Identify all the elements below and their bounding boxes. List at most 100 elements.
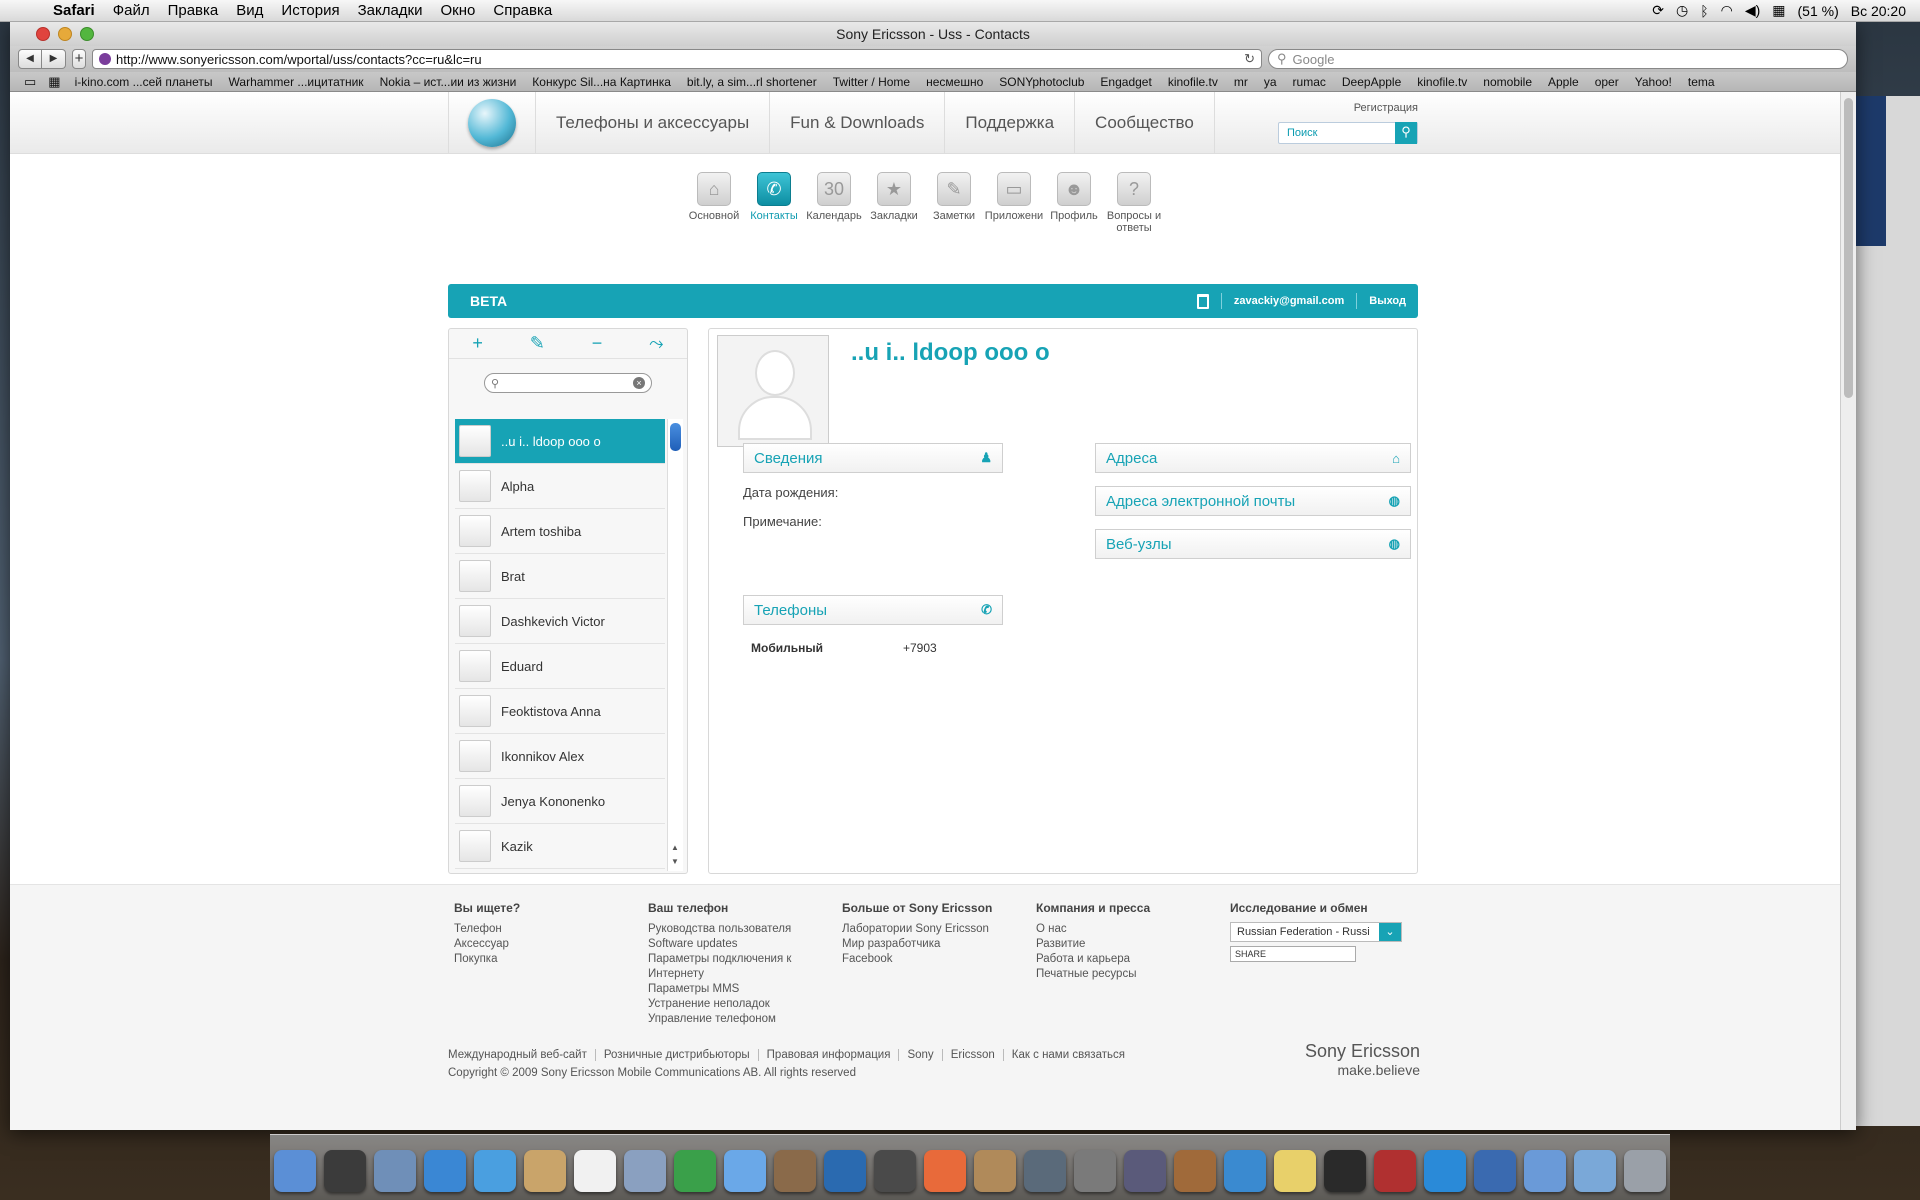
footer-link[interactable]: Мир разработчика xyxy=(842,937,1036,952)
itunes-icon[interactable] xyxy=(724,1150,766,1192)
time-machine-icon[interactable]: ◷ xyxy=(1676,2,1688,19)
user-email[interactable]: zavackiy@gmail.com xyxy=(1234,295,1344,307)
menu-history[interactable]: История xyxy=(272,2,348,19)
finder-icon[interactable] xyxy=(274,1150,316,1192)
footer-link[interactable]: Покупка xyxy=(454,952,648,967)
footer-bottom-link[interactable]: Правовая информация xyxy=(759,1049,900,1061)
footer-link[interactable]: Телефон xyxy=(454,922,648,937)
google-search-field[interactable]: ⚲ Google xyxy=(1268,49,1848,69)
scroll-thumb[interactable] xyxy=(670,423,681,451)
trash-icon[interactable] xyxy=(1196,293,1209,309)
menu-edit[interactable]: Правка xyxy=(159,2,228,19)
section-websites[interactable]: Веб-узлы ◍ xyxy=(1095,529,1411,559)
footer-link[interactable]: Руководства пользователя xyxy=(648,922,842,937)
bookmark-item[interactable]: mr xyxy=(1226,75,1256,89)
site-search[interactable]: Поиск ⚲ xyxy=(1278,122,1418,144)
bookmark-item[interactable]: ya xyxy=(1256,75,1285,89)
zoom-window-button[interactable] xyxy=(80,27,94,41)
nav-support[interactable]: Поддержка xyxy=(945,92,1076,154)
numbers-icon[interactable] xyxy=(1224,1150,1266,1192)
list-item[interactable]: Feoktistova Anna xyxy=(455,689,665,734)
bluetooth-icon[interactable]: ᛒ xyxy=(1700,3,1708,19)
add-contact-button[interactable]: + xyxy=(472,333,483,354)
wifi-icon[interactable]: ◠ xyxy=(1721,2,1733,19)
bookmark-item[interactable]: DeepApple xyxy=(1334,75,1409,89)
scroll-up-icon[interactable]: ▲ xyxy=(671,843,679,852)
list-item[interactable]: ..u i.. ldoop ooo o xyxy=(455,419,665,464)
dvd-player-icon[interactable] xyxy=(824,1150,866,1192)
menu-file[interactable]: Файл xyxy=(104,2,159,19)
section-emails[interactable]: Адреса электронной почты ◍ xyxy=(1095,486,1411,516)
documents-folder-icon[interactable] xyxy=(1524,1150,1566,1192)
list-item[interactable]: Alpha xyxy=(455,464,665,509)
app-profile[interactable]: ☻ Профиль xyxy=(1044,172,1104,234)
bookmark-item[interactable]: nomobile xyxy=(1475,75,1540,89)
top-sites-icon[interactable]: ▦ xyxy=(42,74,66,90)
app-contacts[interactable]: ✆ Контакты xyxy=(744,172,804,234)
iphoto-icon[interactable] xyxy=(774,1150,816,1192)
flag-icon[interactable]: ▦ xyxy=(1772,2,1785,19)
footer-link[interactable]: О нас xyxy=(1036,922,1230,937)
footer-link[interactable]: Facebook xyxy=(842,952,1036,967)
list-item[interactable]: Dashkevich Victor xyxy=(455,599,665,644)
bookmark-item[interactable]: oper xyxy=(1587,75,1627,89)
close-window-button[interactable] xyxy=(36,27,50,41)
scroll-down-icon[interactable]: ▼ xyxy=(671,857,679,866)
footer-bottom-link[interactable]: Ericsson xyxy=(943,1049,1004,1061)
ical-icon[interactable] xyxy=(574,1150,616,1192)
bookmark-item[interactable]: Apple xyxy=(1540,75,1587,89)
footer-link[interactable]: Работа и карьера xyxy=(1036,952,1230,967)
footer-link[interactable]: Параметры MMS xyxy=(648,982,842,997)
app-bookmarks[interactable]: ★ Закладки xyxy=(864,172,924,234)
adium-icon[interactable] xyxy=(674,1150,716,1192)
list-item[interactable]: Artem toshiba xyxy=(455,509,665,554)
app-red-icon[interactable] xyxy=(1374,1150,1416,1192)
phone-number[interactable]: +7903 xyxy=(903,641,937,655)
bookmark-item[interactable]: tema xyxy=(1680,75,1723,89)
bookmark-item[interactable]: bit.ly, a sim...rl shortener xyxy=(679,75,825,89)
list-item[interactable]: Eduard xyxy=(455,644,665,689)
section-addresses[interactable]: Адреса ⌂ xyxy=(1095,443,1411,473)
bookmark-item[interactable]: kinofile.tv xyxy=(1160,75,1226,89)
footer-link[interactable]: Развитие xyxy=(1036,937,1230,952)
clear-search-icon[interactable]: × xyxy=(633,377,645,389)
bookmark-item[interactable]: Warhammer ...ицитатник xyxy=(221,75,372,89)
bookmark-item[interactable]: SONYphotoclub xyxy=(991,75,1092,89)
nav-community[interactable]: Сообщество xyxy=(1075,92,1215,154)
preview-icon[interactable] xyxy=(624,1150,666,1192)
section-info[interactable]: Сведения ♟ xyxy=(743,443,1003,473)
contact-list-scrollbar[interactable]: ▲ ▼ xyxy=(667,419,683,871)
search-icon[interactable]: ⚲ xyxy=(1395,122,1417,144)
page-scrollbar[interactable] xyxy=(1840,92,1856,1130)
nav-fun-downloads[interactable]: Fun & Downloads xyxy=(770,92,946,154)
list-item[interactable]: Kazik xyxy=(455,824,665,869)
logout-link[interactable]: Выход xyxy=(1369,295,1406,307)
add-bookmark-button[interactable]: + xyxy=(72,49,86,69)
app-calendar[interactable]: 30 Календарь xyxy=(804,172,864,234)
imovie-icon[interactable] xyxy=(874,1150,916,1192)
script-editor-icon[interactable] xyxy=(1124,1150,1166,1192)
footer-link[interactable]: Аксессуар xyxy=(454,937,648,952)
register-link[interactable]: Регистрация xyxy=(1354,102,1418,114)
footer-bottom-link[interactable]: Международный веб-сайт xyxy=(448,1049,596,1061)
quicktime-icon[interactable] xyxy=(1474,1150,1516,1192)
footer-link[interactable]: Управление телефоном xyxy=(648,1012,842,1027)
footer-link[interactable]: Печатные ресурсы xyxy=(1036,967,1230,982)
app-notes[interactable]: ✎ Заметки xyxy=(924,172,984,234)
stickies-icon[interactable] xyxy=(1274,1150,1316,1192)
footer-link[interactable]: Параметры подключения к Интернету xyxy=(648,952,842,982)
app-applications[interactable]: ▭ Приложени xyxy=(984,172,1044,234)
bookmark-item[interactable]: kinofile.tv xyxy=(1409,75,1475,89)
menu-help[interactable]: Справка xyxy=(484,2,561,19)
footer-bottom-link[interactable]: Розничные дистрибьюторы xyxy=(596,1049,759,1061)
contact-search-input[interactable]: ⚲ × xyxy=(484,373,652,393)
ichat-icon[interactable] xyxy=(474,1150,516,1192)
dashboard-icon[interactable] xyxy=(324,1150,366,1192)
footer-link[interactable]: Устранение неполадок xyxy=(648,997,842,1012)
address-book-icon[interactable] xyxy=(524,1150,566,1192)
bookmark-item[interactable]: rumac xyxy=(1285,75,1334,89)
scroll-thumb[interactable] xyxy=(1844,98,1853,398)
footer-link[interactable]: Лаборатории Sony Ericsson xyxy=(842,922,1036,937)
bookmark-item[interactable]: Twitter / Home xyxy=(825,75,918,89)
section-phones[interactable]: Телефоны ✆ xyxy=(743,595,1003,625)
